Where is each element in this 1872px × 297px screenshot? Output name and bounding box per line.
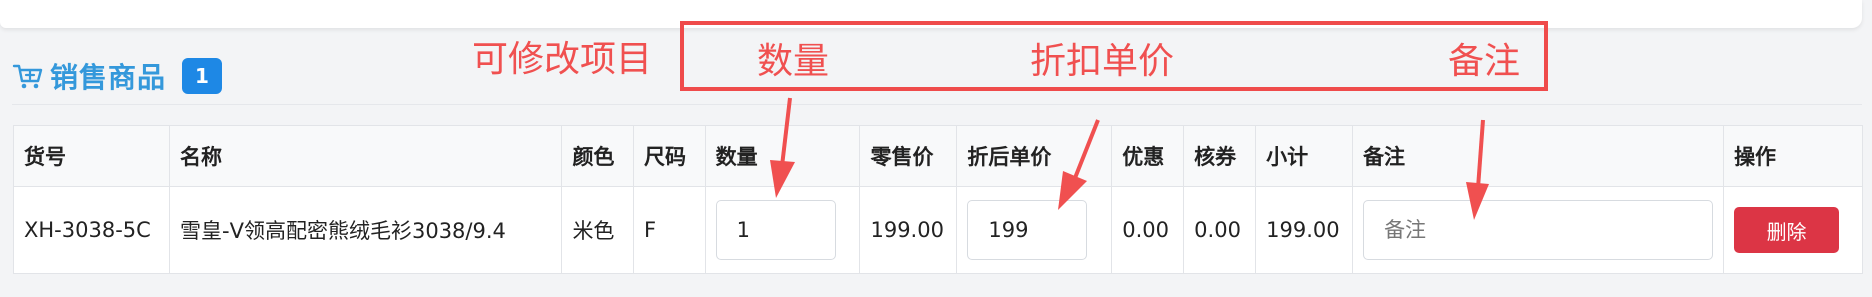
cell-discount-price	[956, 186, 1113, 274]
sales-items-table: 货号 名称 颜色 尺码 数量 零售价 折后单价 优惠 核券 小计 备注 操作 X…	[12, 125, 1863, 274]
cell-discount: 0.00	[1111, 186, 1185, 274]
column-header-sku: 货号	[12, 125, 171, 187]
column-header-discount-price: 折后单价	[956, 125, 1113, 187]
column-header-quantity: 数量	[704, 125, 861, 187]
cell-size: F	[633, 186, 706, 274]
cell-subtotal: 199.00	[1255, 186, 1354, 274]
column-header-subtotal: 小计	[1255, 125, 1354, 187]
annotation-editable-label: 可修改项目	[472, 39, 653, 80]
column-header-color: 颜色	[561, 125, 635, 187]
cell-color: 米色	[561, 186, 635, 274]
cell-remark	[1352, 186, 1725, 274]
cell-name: 雪皇-V领高配密熊绒毛衫3038/9.4	[169, 186, 563, 274]
annotation-remark-label: 备注	[1448, 41, 1521, 82]
section-divider	[12, 104, 1862, 105]
table-row: XH-3038-5C 雪皇-V领高配密熊绒毛衫3038/9.4 米色 F 199…	[12, 186, 1863, 274]
cell-coupon: 0.00	[1183, 186, 1257, 274]
column-header-retail-price: 零售价	[859, 125, 958, 187]
annotation-discount-price-label: 折扣单价	[1030, 41, 1175, 82]
quantity-input[interactable]	[715, 200, 836, 260]
remark-input[interactable]	[1363, 200, 1714, 260]
item-count-badge: 1	[182, 58, 223, 94]
discount-price-input[interactable]	[967, 200, 1088, 260]
column-header-size: 尺码	[633, 125, 706, 187]
column-header-name: 名称	[169, 125, 563, 187]
cell-quantity	[704, 186, 861, 274]
cell-sku: XH-3038-5C	[12, 186, 171, 274]
delete-button[interactable]: 删除	[1734, 207, 1840, 253]
cell-action: 删除	[1723, 186, 1863, 274]
column-header-coupon: 核券	[1183, 125, 1257, 187]
table-header-row: 货号 名称 颜色 尺码 数量 零售价 折后单价 优惠 核券 小计 备注 操作	[12, 125, 1863, 187]
column-header-action: 操作	[1723, 125, 1863, 187]
column-header-remark: 备注	[1352, 125, 1725, 187]
cart-icon	[12, 60, 44, 92]
section-title: 销售商品	[50, 61, 167, 94]
column-header-discount: 优惠	[1111, 125, 1185, 187]
section-header: 销售商品 1	[12, 56, 223, 96]
cell-retail-price: 199.00	[859, 186, 958, 274]
annotation-quantity-label: 数量	[757, 41, 830, 82]
